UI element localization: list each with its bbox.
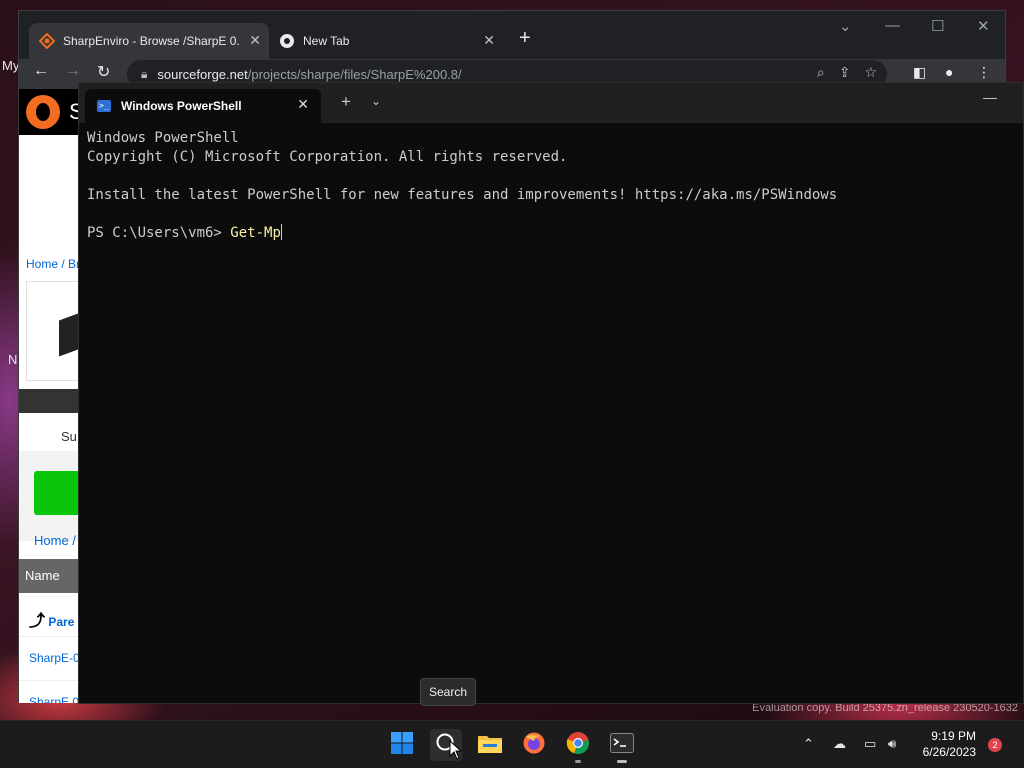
new-tab-button[interactable]: + — [519, 27, 531, 50]
address-domain: sourceforge.net — [157, 66, 248, 82]
start-icon — [390, 731, 414, 760]
text-cursor — [280, 224, 282, 240]
new-terminal-tab-button[interactable]: + — [341, 92, 351, 112]
menu-icon[interactable]: ⋮ — [977, 64, 991, 81]
terminal-icon — [610, 732, 634, 758]
firefox-icon — [522, 731, 546, 760]
up-arrow-icon: ⤴ — [29, 613, 46, 630]
browser-tab-label: New Tab — [303, 34, 350, 48]
sf-header: S — [19, 89, 79, 135]
terminal-window: >_ Windows PowerShell ✕ + ⌄ — Windows Po… — [78, 82, 1024, 704]
clock[interactable]: 9:19 PM 6/26/2023 — [923, 728, 976, 760]
terminal-button[interactable] — [606, 729, 638, 763]
file-row[interactable]: SharpE 0 — [19, 681, 79, 703]
browser-tab-new-tab[interactable]: New Tab ✕ — [269, 23, 503, 59]
minimize-button[interactable]: — — [885, 17, 900, 34]
back-button[interactable]: ← — [33, 62, 49, 80]
browser-tab-sharpenviro[interactable]: SharpEnviro - Browse /SharpE 0.8 ✕ — [29, 23, 269, 59]
file-explorer-button[interactable] — [474, 729, 506, 761]
share-icon[interactable]: ⇪ — [839, 64, 851, 81]
close-tab-icon[interactable]: ✕ — [297, 96, 309, 113]
tab-search-icon[interactable]: ⌄ — [839, 17, 852, 35]
lock-icon[interactable]: 🔒︎ — [141, 67, 147, 82]
sourceforge-icon — [38, 32, 56, 50]
address-path: /projects/sharpe/files/SharpE%200.8/ — [247, 66, 462, 82]
download-button[interactable] — [34, 471, 79, 515]
sf-dark-band — [19, 389, 79, 413]
mouse-pointer-icon — [449, 740, 463, 760]
side-panel-icon[interactable]: ◧ — [913, 64, 926, 81]
notification-badge[interactable]: 2 — [988, 738, 1002, 752]
terminal-tab-powershell[interactable]: >_ Windows PowerShell ✕ — [85, 89, 321, 123]
close-window-button[interactable]: ✕ — [977, 17, 990, 35]
sourceforge-logo-icon[interactable] — [26, 95, 60, 129]
chrome-icon — [566, 731, 590, 760]
forward-button[interactable]: → — [65, 62, 81, 80]
desktop-icon-label[interactable]: N — [8, 352, 17, 367]
file-explorer-icon — [477, 732, 503, 759]
terminal-output[interactable]: Windows PowerShell Copyright (C) Microso… — [87, 129, 1015, 695]
running-indicator — [617, 760, 627, 763]
reload-button[interactable]: ↻ — [97, 62, 110, 82]
volume-icon[interactable]: 🔊︎ — [888, 736, 896, 752]
chrome-button[interactable] — [562, 729, 594, 763]
clock-time: 9:19 PM — [931, 729, 976, 743]
breadcrumb[interactable]: Home / Br — [26, 257, 79, 271]
close-tab-icon[interactable]: ✕ — [249, 32, 261, 49]
onedrive-icon[interactable]: ☁︎ — [833, 736, 846, 752]
profile-icon[interactable]: ● — [945, 64, 953, 80]
network-icon[interactable]: ▭ — [864, 736, 876, 752]
sourceforge-page: S Home / Br Su Home / S Name ⤴ Pare Shar… — [19, 89, 79, 703]
prompt-text: PS C:\Users\vm6> — [87, 225, 231, 241]
maximize-button[interactable]: ☐ — [931, 17, 944, 35]
terminal-titlebar: >_ Windows PowerShell ✕ + ⌄ — — [79, 83, 1023, 123]
clock-date: 6/26/2023 — [922, 745, 976, 759]
desktop-icon-label[interactable]: My — [2, 58, 19, 73]
bookmark-star-icon[interactable]: ☆ — [864, 64, 877, 81]
terminal-line: Windows PowerShell — [87, 130, 239, 146]
parent-folder-label: Pare — [48, 615, 75, 629]
powershell-icon: >_ — [97, 100, 111, 112]
firefox-button[interactable] — [518, 729, 550, 761]
command-input[interactable]: Get-Mp — [230, 225, 281, 241]
browser-tab-label: SharpEnviro - Browse /SharpE 0.8 — [63, 34, 239, 48]
chevron-down-icon[interactable]: ⌄ — [371, 94, 381, 108]
terminal-line: Copyright (C) Microsoft Corporation. All… — [87, 149, 568, 165]
zoom-icon[interactable]: ⌕ — [817, 64, 825, 81]
running-indicator — [575, 760, 581, 763]
prompt-line[interactable]: PS C:\Users\vm6> Get-Mp — [87, 224, 1015, 243]
chrome-icon — [279, 33, 295, 49]
close-tab-icon[interactable]: ✕ — [483, 32, 495, 49]
chevron-up-icon[interactable]: ⌃ — [803, 736, 814, 752]
file-row[interactable]: SharpE-0 — [19, 637, 79, 681]
start-button[interactable] — [386, 729, 418, 761]
parent-folder-row[interactable]: ⤴ Pare — [19, 593, 79, 637]
minimize-button[interactable]: — — [983, 89, 997, 105]
search-tooltip: Search — [420, 678, 476, 706]
subscribe-label[interactable]: Su — [61, 429, 77, 444]
name-column-header[interactable]: Name — [19, 559, 79, 593]
browser-tabbar: SharpEnviro - Browse /SharpE 0.8 ✕ New T… — [19, 11, 1005, 59]
terminal-tab-label: Windows PowerShell — [121, 99, 242, 113]
files-breadcrumb[interactable]: Home / S — [34, 533, 79, 548]
taskbar: ⌃ ☁︎ ▭ 🔊︎ 9:19 PM 6/26/2023 2 — [0, 720, 1024, 768]
terminal-line: Install the latest PowerShell for new fe… — [87, 187, 838, 203]
